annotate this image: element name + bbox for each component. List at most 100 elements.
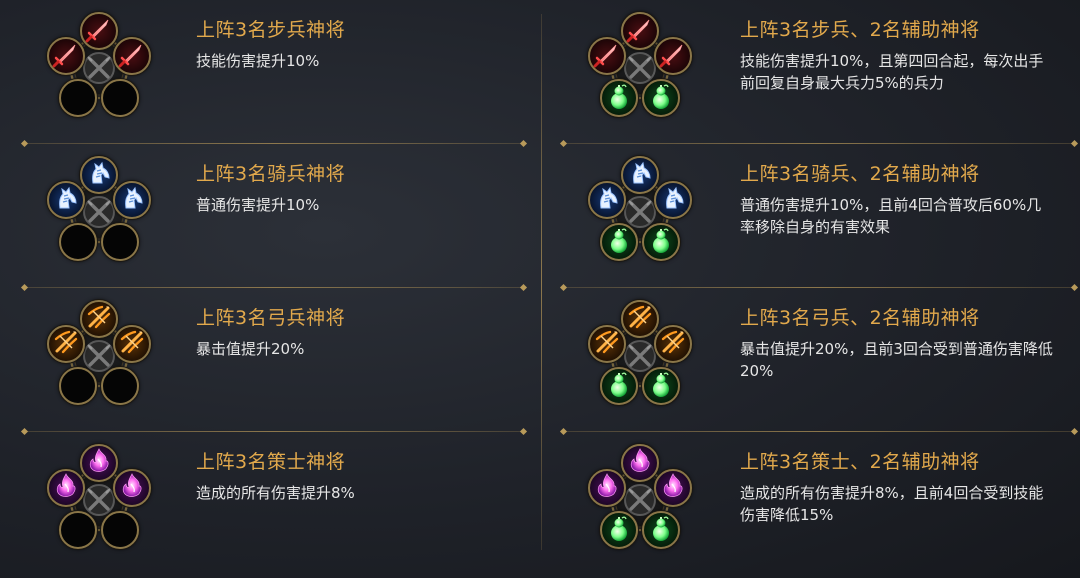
magic-flame-icon: [625, 446, 655, 480]
crossbow-icon: [117, 327, 147, 361]
horse-unit-slot: [47, 181, 85, 219]
magic-flame-unit-slot: [113, 469, 151, 507]
gourd-icon: [604, 369, 634, 403]
synergy-row: 上阵3名策士、2名辅助神将 造成的所有伤害提升8%，且前4回合受到技能伤害降低15…: [540, 432, 1080, 574]
gourd-icon: [646, 225, 676, 259]
synergy-description: 造成的所有伤害提升8%: [196, 484, 355, 502]
synergy-description: 普通伤害提升10%，且前4回合普攻后60%几率移除自身的有害效果: [740, 196, 1042, 236]
sword-icon: [625, 14, 655, 48]
crossbow-icon: [84, 302, 114, 336]
crossbow-icon: [658, 327, 688, 361]
empty-slot: [59, 79, 97, 117]
magic-flame-icon: [51, 471, 81, 505]
synergy-row: 上阵3名策士神将造成的所有伤害提升8%: [0, 432, 540, 574]
column-divider: [541, 14, 542, 550]
synergy-description: 暴击值提升20%: [196, 340, 305, 358]
synergy-description: 普通伤害提升10%: [196, 196, 320, 214]
support-unit-slot: [600, 223, 638, 261]
magic-flame-icon: [117, 471, 147, 505]
magic-flame-icon: [592, 471, 622, 505]
formation-emblem: [44, 156, 154, 272]
synergy-row: 上阵3名骑兵、2名辅助神将普通伤害提升10%，且前4回合普攻后60%几率移除自身…: [540, 144, 1080, 288]
sword-icon: [592, 39, 622, 73]
synergy-description: 技能伤害提升10%，且第四回合起，每次出手前回复自身最大兵力5%的兵力: [740, 52, 1044, 92]
horse-icon: [84, 158, 114, 192]
synergy-title: 上阵3名策士、2名辅助神将: [740, 451, 980, 473]
support-unit-slot: [600, 367, 638, 405]
gourd-icon: [604, 225, 634, 259]
magic-flame-unit-slot: [621, 444, 659, 482]
sword-icon: [84, 14, 114, 48]
synergy-title: 上阵3名策士神将: [196, 451, 346, 473]
sword-unit-slot: [621, 12, 659, 50]
magic-flame-unit-slot: [588, 469, 626, 507]
support-unit-slot: [600, 79, 638, 117]
horse-unit-slot: [654, 181, 692, 219]
horse-unit-slot: [80, 156, 118, 194]
support-unit-slot: [642, 79, 680, 117]
horse-icon: [51, 183, 81, 217]
magic-flame-icon: [84, 446, 114, 480]
crossbow-unit-slot: [113, 325, 151, 363]
sword-unit-slot: [47, 37, 85, 75]
synergy-title: 上阵3名步兵、2名辅助神将: [740, 19, 980, 41]
horse-icon: [658, 183, 688, 217]
crossbow-unit-slot: [654, 325, 692, 363]
gourd-icon: [646, 369, 676, 403]
crossbow-unit-slot: [47, 325, 85, 363]
sword-unit-slot: [113, 37, 151, 75]
right-column: 上阵3名步兵、2名辅助神将技能伤害提升10%，且第四回合起，每次出手前回复自身最…: [540, 0, 1080, 578]
synergy-description: 暴击值提升20%，且前3回合受到普通伤害降低20%: [740, 340, 1053, 380]
synergy-row: 上阵3名步兵神将 技能伤害提升10%: [0, 0, 540, 144]
magic-flame-unit-slot: [654, 469, 692, 507]
crossbow-unit-slot: [621, 300, 659, 338]
formation-emblem: [585, 156, 695, 272]
support-unit-slot: [642, 223, 680, 261]
horse-icon: [592, 183, 622, 217]
sword-unit-slot: [80, 12, 118, 50]
magic-flame-unit-slot: [47, 469, 85, 507]
synergy-row: 上阵3名弓兵、2名辅助神将暴击值提升20%，且前3回合受到普通伤害降低20%: [540, 288, 1080, 432]
crossbow-unit-slot: [588, 325, 626, 363]
empty-slot: [101, 79, 139, 117]
formation-emblem: [585, 12, 695, 128]
crossbow-icon: [51, 327, 81, 361]
synergy-row: 上阵3名步兵、2名辅助神将技能伤害提升10%，且第四回合起，每次出手前回复自身最…: [540, 0, 1080, 144]
magic-flame-icon: [658, 471, 688, 505]
horse-unit-slot: [621, 156, 659, 194]
formation-emblem: [585, 300, 695, 416]
formation-emblem: [44, 12, 154, 128]
synergy-title: 上阵3名弓兵、2名辅助神将: [740, 307, 980, 329]
crossbow-icon: [592, 327, 622, 361]
sword-icon: [658, 39, 688, 73]
crossbow-unit-slot: [80, 300, 118, 338]
formation-emblem: [44, 300, 154, 416]
horse-unit-slot: [588, 181, 626, 219]
synergy-title: 上阵3名步兵神将: [196, 19, 346, 41]
synergy-title: 上阵3名骑兵、2名辅助神将: [740, 163, 980, 185]
empty-slot: [59, 367, 97, 405]
synergy-title: 上阵3名骑兵神将: [196, 163, 346, 185]
left-column: 上阵3名步兵神将 技能伤害提升10% 上阵3名骑兵神将 普通伤害提升10% 上阵3名弓兵…: [0, 0, 540, 578]
sword-unit-slot: [654, 37, 692, 75]
synergy-row: 上阵3名弓兵神将 暴击值提升20%: [0, 288, 540, 432]
empty-slot: [101, 223, 139, 261]
gourd-icon: [604, 513, 634, 547]
sword-icon: [51, 39, 81, 73]
empty-slot: [101, 367, 139, 405]
synergy-row: 上阵3名骑兵神将普通伤害提升10%: [0, 144, 540, 288]
sword-icon: [117, 39, 147, 73]
crossbow-icon: [625, 302, 655, 336]
sword-unit-slot: [588, 37, 626, 75]
empty-slot: [101, 511, 139, 549]
gourd-icon: [646, 513, 676, 547]
support-unit-slot: [642, 367, 680, 405]
formation-emblem: [585, 444, 695, 560]
support-unit-slot: [642, 511, 680, 549]
magic-flame-unit-slot: [80, 444, 118, 482]
horse-unit-slot: [113, 181, 151, 219]
horse-icon: [117, 183, 147, 217]
empty-slot: [59, 223, 97, 261]
horse-icon: [625, 158, 655, 192]
gourd-icon: [604, 81, 634, 115]
